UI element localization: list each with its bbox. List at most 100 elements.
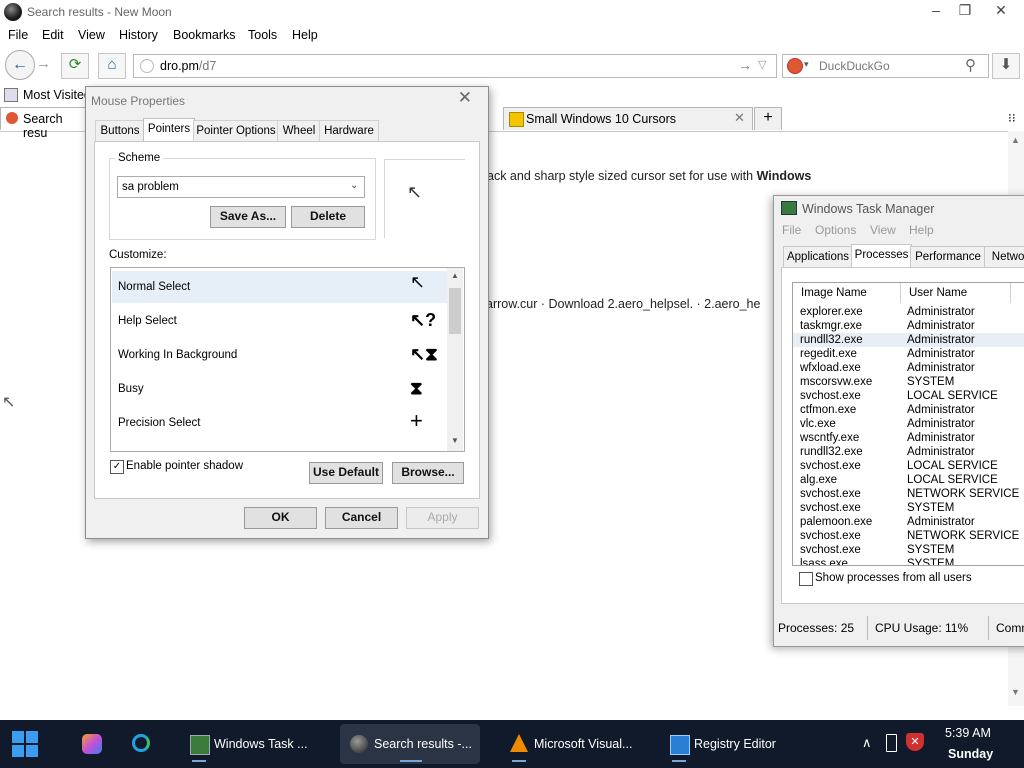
new-tab-button[interactable]: + (754, 107, 782, 130)
table-row[interactable]: svchost.exe SYSTEM (793, 543, 1024, 557)
menu-bookmarks[interactable]: Bookmarks (173, 28, 236, 42)
tab-networking[interactable]: Networ (984, 246, 1024, 267)
menu-history[interactable]: History (119, 28, 158, 42)
process-table[interactable]: Image Name User Name explorer.exe Adminis… (792, 282, 1024, 566)
process-image-name: svchost.exe (800, 488, 861, 500)
security-shield-icon[interactable]: ✕ (906, 733, 924, 751)
table-row[interactable]: taskmgr.exe Administrator (793, 319, 1024, 333)
dialog-close-icon[interactable]: ✕ (458, 88, 472, 108)
clock-time[interactable]: 5:39 AM (945, 726, 991, 740)
save-as-button[interactable]: Save As... (210, 206, 286, 228)
battery-icon[interactable] (886, 734, 897, 752)
table-row[interactable]: rundll32.exe Administrator (793, 333, 1024, 347)
ok-button[interactable]: OK (244, 507, 317, 529)
apply-button[interactable]: Apply (406, 507, 479, 529)
tm-menu-help[interactable]: Help (909, 223, 934, 237)
clock-day[interactable]: Sunday (948, 747, 993, 761)
taskbar-item-registry-editor[interactable]: Registry Editor (668, 724, 788, 764)
tab-hardware[interactable]: Hardware (319, 120, 379, 141)
list-item[interactable]: Help Select ↖? (112, 305, 447, 337)
scroll-up-icon[interactable]: ▲ (1011, 135, 1020, 145)
taskbar-item-task-manager[interactable]: Windows Task ... (188, 724, 320, 764)
restore-button[interactable]: ❐ (948, 0, 982, 22)
tab-processes[interactable]: Processes (851, 244, 912, 268)
tm-menu-options[interactable]: Options (815, 223, 856, 237)
show-all-users-checkbox[interactable] (799, 572, 813, 586)
table-row[interactable]: wfxload.exe Administrator (793, 361, 1024, 375)
tab-buttons[interactable]: Buttons (95, 120, 145, 141)
tab-pointer-options[interactable]: Pointer Options (193, 120, 279, 141)
table-row[interactable]: svchost.exe LOCAL SERVICE (793, 389, 1024, 403)
column-header-image-name[interactable]: Image Name (793, 283, 901, 303)
browse-button[interactable]: Browse... (392, 462, 464, 484)
delete-button[interactable]: Delete (291, 206, 365, 228)
back-button[interactable]: ← (5, 50, 35, 80)
menu-help[interactable]: Help (292, 28, 318, 42)
bookmark-most-visited[interactable]: Most Visited (23, 88, 91, 102)
list-item[interactable]: Normal Select ↖ (112, 271, 447, 303)
engine-dropdown-icon[interactable]: ▾ (804, 59, 809, 70)
downloads-icon[interactable]: ⬇ (992, 53, 1020, 79)
menu-file[interactable]: File (8, 28, 28, 42)
scheme-select[interactable]: sa problem ⌄ (117, 176, 365, 198)
table-row[interactable]: svchost.exe NETWORK SERVICE (793, 529, 1024, 543)
tab-pointers[interactable]: Pointers (143, 118, 195, 142)
home-icon[interactable]: ⌂ (98, 53, 126, 79)
list-item[interactable]: Working In Background ↖⧗ (112, 339, 447, 371)
list-item[interactable]: Busy ⧗ (112, 373, 447, 405)
scroll-thumb[interactable] (449, 288, 461, 334)
close-button[interactable]: ✕ (984, 0, 1018, 22)
scroll-down-icon[interactable]: ▼ (451, 436, 459, 445)
table-row[interactable]: lsass.exe SYSTEM (793, 557, 1024, 565)
tab-performance[interactable]: Performance (910, 246, 986, 267)
table-row[interactable]: alg.exe LOCAL SERVICE (793, 473, 1024, 487)
search-icon[interactable]: ⚲ (965, 56, 976, 74)
forward-arrow-icon[interactable]: → (36, 55, 51, 72)
tab-list-icon[interactable]: ⁝⁝ (1008, 111, 1016, 125)
tray-overflow-icon[interactable]: ∧ (862, 735, 872, 751)
menu-view[interactable]: View (78, 28, 105, 42)
edge-icon[interactable] (132, 734, 150, 752)
taskbar-item-visual-studio[interactable]: Microsoft Visual... (508, 724, 648, 764)
tab-small-windows-cursors[interactable]: Small Windows 10 Cursors ✕ (503, 107, 753, 130)
scroll-down-icon[interactable]: ▼ (1011, 687, 1020, 697)
menu-tools[interactable]: Tools (248, 28, 277, 42)
table-row[interactable]: explorer.exe Administrator (793, 305, 1024, 319)
process-user-name: SYSTEM (907, 502, 955, 514)
table-row[interactable]: ctfmon.exe Administrator (793, 403, 1024, 417)
copilot-icon[interactable] (82, 734, 102, 754)
table-row[interactable]: svchost.exe LOCAL SERVICE (793, 459, 1024, 473)
tm-menu-view[interactable]: View (870, 223, 896, 237)
table-row[interactable]: svchost.exe SYSTEM (793, 501, 1024, 515)
use-default-button[interactable]: Use Default (309, 462, 383, 484)
tab-applications[interactable]: Applications (783, 246, 853, 267)
cursor-list-scrollbar[interactable]: ▲ ▼ (447, 268, 463, 451)
go-arrow-icon[interactable]: → (738, 57, 752, 73)
url-bar[interactable]: dro.pm/d7 → ▽ (133, 54, 777, 78)
tab-search-results[interactable]: Search resu (0, 107, 86, 140)
tm-menu-file[interactable]: File (782, 223, 801, 237)
table-row[interactable]: wscntfy.exe Administrator (793, 431, 1024, 445)
table-row[interactable]: palemoon.exe Administrator (793, 515, 1024, 529)
url-dropdown-icon[interactable]: ▽ (758, 58, 766, 71)
taskbar-item-browser[interactable]: Search results -... (340, 724, 480, 764)
search-bar[interactable]: ▾ DuckDuckGo ⚲ (782, 54, 989, 78)
cancel-button[interactable]: Cancel (325, 507, 398, 529)
list-item[interactable]: Precision Select + (112, 407, 447, 439)
reload-icon[interactable]: ⟳ (61, 53, 89, 79)
enable-shadow-checkbox[interactable]: ✓ (110, 460, 124, 474)
column-header-user-name[interactable]: User Name (901, 283, 1011, 303)
tab-close-icon[interactable]: ✕ (734, 110, 745, 126)
scroll-up-icon[interactable]: ▲ (451, 271, 459, 280)
tab-wheel[interactable]: Wheel (277, 120, 321, 141)
cursor-list[interactable]: Normal Select ↖ Help Select ↖? Working I… (110, 267, 465, 452)
process-user-name: Administrator (907, 320, 975, 332)
table-row[interactable]: vlc.exe Administrator (793, 417, 1024, 431)
table-row[interactable]: mscorsvw.exe SYSTEM (793, 375, 1024, 389)
table-row[interactable]: rundll32.exe Administrator (793, 445, 1024, 459)
start-button[interactable] (12, 731, 39, 758)
page-text-links[interactable]: arrow.cur · Download 2.aero_helpsel. · 2… (486, 297, 760, 311)
table-row[interactable]: regedit.exe Administrator (793, 347, 1024, 361)
menu-edit[interactable]: Edit (42, 28, 64, 42)
table-row[interactable]: svchost.exe NETWORK SERVICE (793, 487, 1024, 501)
